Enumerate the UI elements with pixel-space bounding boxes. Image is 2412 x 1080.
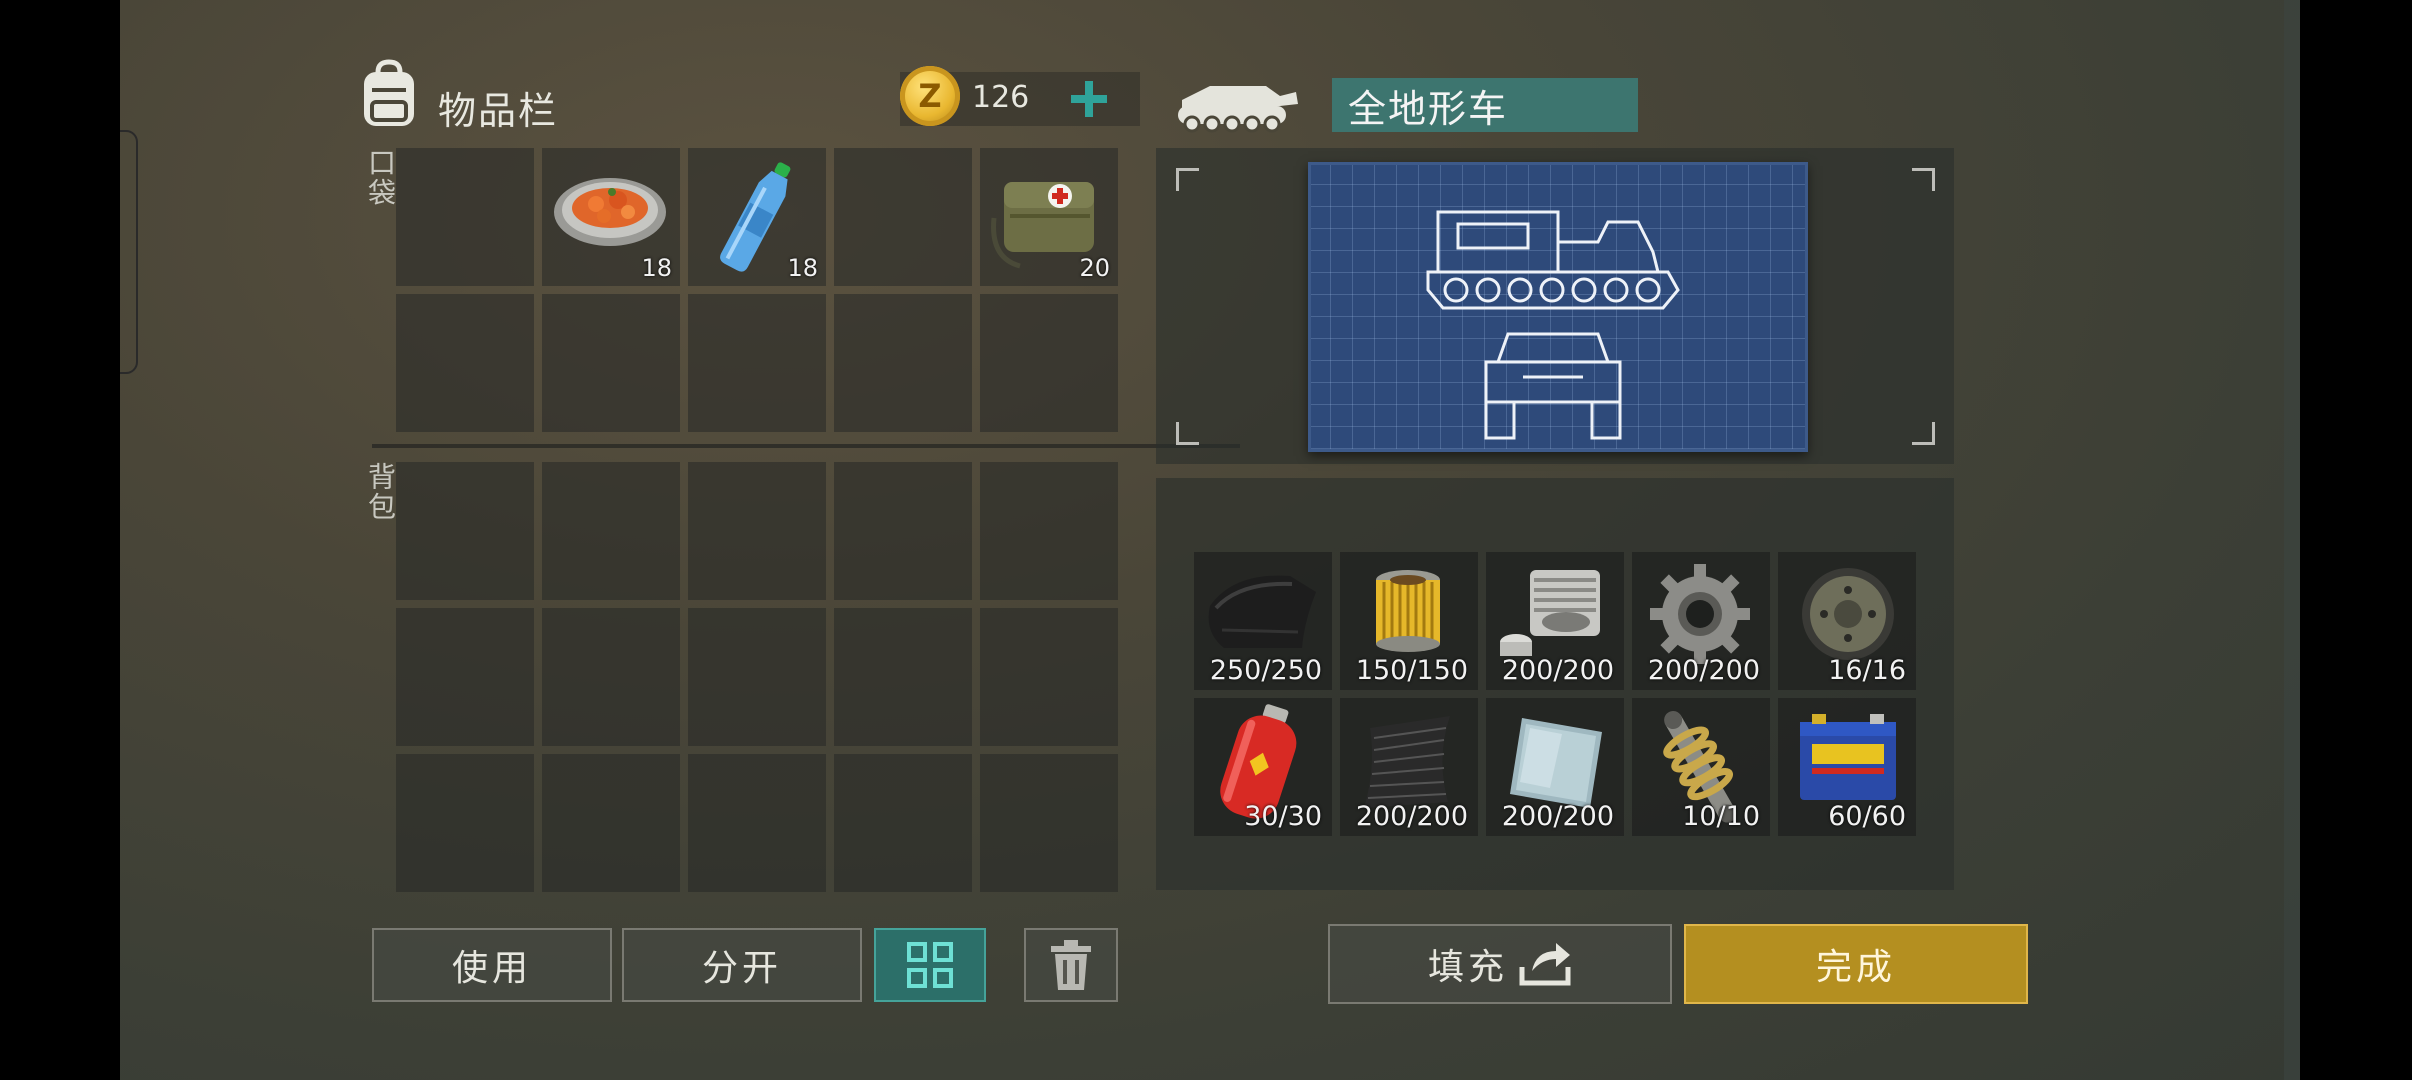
resource-quantity: 16/16 bbox=[1828, 655, 1906, 686]
resource-slot[interactable]: 200/200 bbox=[1632, 552, 1770, 690]
resource-slot[interactable]: 150/150 bbox=[1340, 552, 1478, 690]
backpack-slot[interactable] bbox=[688, 462, 826, 600]
frame-corner bbox=[1912, 422, 1935, 445]
coin-symbol: Z bbox=[918, 77, 942, 115]
vehicle-blueprint-icon bbox=[1308, 162, 1808, 452]
pocket-slot[interactable]: 20 bbox=[980, 148, 1118, 286]
item-quantity: 18 bbox=[641, 254, 672, 282]
backpack-icon bbox=[356, 58, 422, 130]
frame-corner bbox=[1176, 168, 1199, 191]
backpack-slot[interactable] bbox=[834, 608, 972, 746]
vehicle-name-field: 全地形车 bbox=[1332, 78, 1638, 132]
resource-slot[interactable]: 10/10 bbox=[1632, 698, 1770, 836]
backpack-slot[interactable] bbox=[542, 462, 680, 600]
resource-slot[interactable]: 60/60 bbox=[1778, 698, 1916, 836]
backpack-slot[interactable] bbox=[542, 754, 680, 892]
resource-slot[interactable]: 250/250 bbox=[1194, 552, 1332, 690]
side-strip bbox=[2284, 0, 2300, 1080]
tracked-vehicle-icon bbox=[1172, 74, 1302, 138]
pocket-slot[interactable] bbox=[396, 294, 534, 432]
pocket-slot[interactable]: 18 bbox=[688, 148, 826, 286]
frame-corner bbox=[1912, 168, 1935, 191]
backpack-slot[interactable] bbox=[834, 754, 972, 892]
backpack-slot[interactable] bbox=[980, 608, 1118, 746]
pocket-slot[interactable] bbox=[542, 294, 680, 432]
grid-sort-button[interactable] bbox=[874, 928, 986, 1002]
fill-button[interactable]: 填充 bbox=[1328, 924, 1672, 1004]
frame-corner bbox=[1176, 422, 1199, 445]
resource-quantity: 250/250 bbox=[1209, 655, 1322, 686]
resource-slot[interactable]: 16/16 bbox=[1778, 552, 1916, 690]
resource-quantity: 150/150 bbox=[1355, 655, 1468, 686]
edge-notch bbox=[120, 130, 138, 374]
pocket-slot[interactable] bbox=[980, 294, 1118, 432]
resource-slot[interactable]: 200/200 bbox=[1340, 698, 1478, 836]
resource-quantity: 200/200 bbox=[1355, 801, 1468, 832]
item-quantity: 20 bbox=[1079, 254, 1110, 282]
backpack-slot[interactable] bbox=[834, 462, 972, 600]
grid-sort-icon bbox=[907, 942, 953, 988]
resource-quantity: 10/10 bbox=[1682, 801, 1760, 832]
pocket-slot[interactable] bbox=[834, 294, 972, 432]
backpack-slot[interactable] bbox=[688, 754, 826, 892]
backpack-slot[interactable] bbox=[980, 754, 1118, 892]
section-divider bbox=[372, 444, 1240, 448]
resource-quantity: 60/60 bbox=[1828, 801, 1906, 832]
fill-label: 填充 bbox=[1427, 947, 1508, 988]
resource-slot[interactable]: 200/200 bbox=[1486, 552, 1624, 690]
pocket-slot[interactable] bbox=[834, 148, 972, 286]
resource-quantity: 30/30 bbox=[1244, 801, 1322, 832]
backpack-slot[interactable] bbox=[688, 608, 826, 746]
coin-count: 126 bbox=[972, 80, 1030, 115]
coin-icon: Z bbox=[900, 66, 960, 126]
pocket-slot[interactable] bbox=[688, 294, 826, 432]
fill-arrow-icon bbox=[1519, 943, 1571, 986]
game-screen: 物品栏 Z 126 口袋 背包 18 18 20 使用 分开 全地形车 250/… bbox=[120, 0, 2300, 1080]
pocket-label: 口袋 bbox=[364, 148, 397, 208]
backpack-slot[interactable] bbox=[396, 462, 534, 600]
backpack-slot[interactable] bbox=[542, 608, 680, 746]
backpack-label: 背包 bbox=[364, 462, 397, 522]
resource-slot[interactable]: 30/30 bbox=[1194, 698, 1332, 836]
backpack-slot[interactable] bbox=[396, 754, 534, 892]
backpack-slot[interactable] bbox=[980, 462, 1118, 600]
trash-button[interactable] bbox=[1024, 928, 1118, 1002]
pocket-slot[interactable] bbox=[396, 148, 534, 286]
resource-slot[interactable]: 200/200 bbox=[1486, 698, 1624, 836]
resource-quantity: 200/200 bbox=[1501, 655, 1614, 686]
inventory-title: 物品栏 bbox=[438, 89, 559, 133]
resource-quantity: 200/200 bbox=[1647, 655, 1760, 686]
done-button[interactable]: 完成 bbox=[1684, 924, 2028, 1004]
plus-icon[interactable] bbox=[1062, 72, 1116, 126]
use-button[interactable]: 使用 bbox=[372, 928, 612, 1002]
split-button[interactable]: 分开 bbox=[622, 928, 862, 1002]
item-quantity: 18 bbox=[787, 254, 818, 282]
backpack-slot[interactable] bbox=[396, 608, 534, 746]
resource-quantity: 200/200 bbox=[1501, 801, 1614, 832]
pocket-slot[interactable]: 18 bbox=[542, 148, 680, 286]
trash-icon bbox=[1051, 940, 1091, 990]
